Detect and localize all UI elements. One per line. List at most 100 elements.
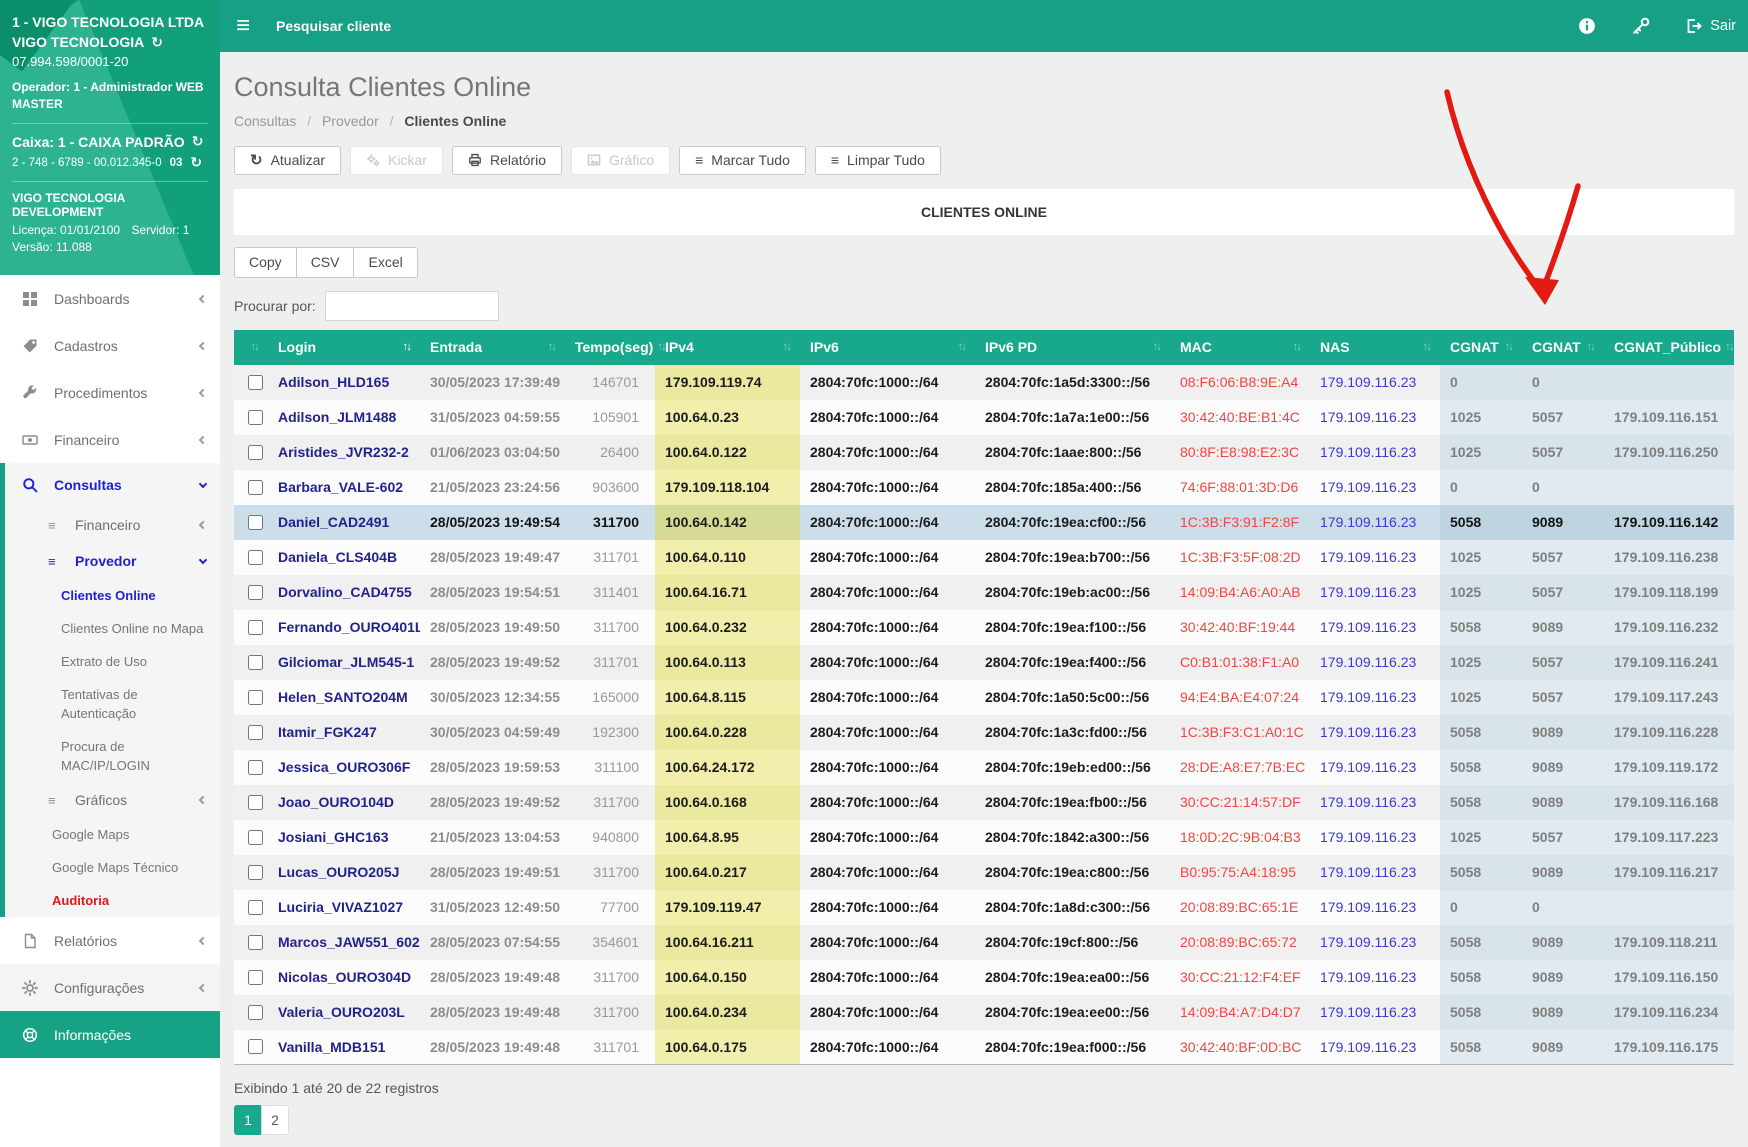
sidebar-item-graficos[interactable]: ≡ Gráficos — [5, 782, 220, 818]
column-header-cgnat-publico[interactable]: CGNAT_Público ↑↓ — [1604, 329, 1734, 365]
column-header-cgnat-1[interactable]: CGNAT ↑↓ — [1440, 329, 1522, 365]
nas-link-cell[interactable]: 179.109.116.23 — [1310, 959, 1440, 995]
sidebar-item-dashboards[interactable]: Dashboards — [0, 275, 220, 322]
nas-link-cell[interactable]: 179.109.116.23 — [1310, 924, 1440, 960]
search-input[interactable] — [324, 290, 499, 321]
breadcrumb-consultas[interactable]: Consultas — [234, 113, 296, 129]
login-cell[interactable]: Daniel_CAD2491 — [268, 504, 420, 540]
nas-link-cell[interactable]: 179.109.116.23 — [1310, 1029, 1440, 1065]
row-checkbox[interactable] — [248, 654, 263, 670]
limpar-tudo-button[interactable]: ≡ Limpar Tudo — [814, 145, 941, 175]
login-cell[interactable]: Daniela_CLS404B — [268, 539, 420, 575]
sidebar-item-extrato-de-uso[interactable]: Extrato de Uso — [5, 645, 220, 678]
row-checkbox[interactable] — [248, 899, 263, 915]
column-header-mac[interactable]: MAC ↑↓ — [1170, 329, 1310, 365]
sidebar-item-google-maps[interactable]: Google Maps — [5, 818, 220, 851]
login-cell[interactable]: Helen_SANTO204M — [268, 679, 420, 715]
hamburger-menu-icon[interactable]: ≡ — [236, 13, 250, 38]
nas-link-cell[interactable]: 179.109.116.23 — [1310, 469, 1440, 505]
row-checkbox[interactable] — [248, 584, 263, 600]
row-checkbox[interactable] — [248, 619, 263, 635]
breadcrumb-provedor[interactable]: Provedor — [322, 113, 379, 129]
login-cell[interactable]: Aristides_JVR232-2 — [268, 434, 420, 470]
relatorio-button[interactable]: Relatório — [451, 145, 562, 175]
column-header-tempo[interactable]: Tempo(seg) ↑↓ — [565, 329, 667, 365]
page-button-1[interactable]: 1 — [234, 1105, 262, 1135]
sidebar-item-tentativas-autenticacao[interactable]: Tentativas de Autenticação — [5, 678, 191, 730]
refresh-icon[interactable]: ↻ — [151, 32, 163, 52]
nas-link-cell[interactable]: 179.109.116.23 — [1310, 609, 1440, 645]
login-cell[interactable]: Valeria_OURO203L — [268, 994, 420, 1030]
nas-link-cell[interactable]: 179.109.116.23 — [1310, 504, 1440, 540]
refresh-icon[interactable]: ↻ — [190, 154, 202, 171]
nas-link-cell[interactable]: 179.109.116.23 — [1310, 749, 1440, 785]
key-icon[interactable] — [1632, 17, 1650, 35]
login-cell[interactable]: Marcos_JAW551_602 — [268, 924, 420, 960]
sidebar-item-clientes-online[interactable]: Clientes Online — [5, 579, 220, 612]
refresh-icon[interactable]: ↻ — [192, 133, 204, 150]
column-header-select[interactable]: ↑↓ — [234, 329, 268, 365]
info-icon[interactable] — [1578, 17, 1596, 35]
row-checkbox[interactable] — [248, 864, 263, 880]
page-button-2[interactable]: 2 — [261, 1105, 289, 1135]
login-cell[interactable]: Adilson_HLD165 — [268, 364, 420, 400]
row-checkbox[interactable] — [248, 724, 263, 740]
sidebar-item-provedor[interactable]: ≡ Provedor — [5, 543, 220, 579]
sidebar-item-procura-mac-ip-login[interactable]: Procura de MAC/IP/LOGIN — [5, 730, 175, 782]
sidebar-item-google-maps-tecnico[interactable]: Google Maps Técnico — [5, 851, 220, 884]
column-header-ipv6pd[interactable]: IPv6 PD ↑↓ — [975, 329, 1170, 365]
sidebar-item-cadastros[interactable]: Cadastros — [0, 322, 220, 369]
nas-link-cell[interactable]: 179.109.116.23 — [1310, 644, 1440, 680]
sidebar-item-clientes-online-no-mapa[interactable]: Clientes Online no Mapa — [5, 612, 220, 645]
nas-link-cell[interactable]: 179.109.116.23 — [1310, 574, 1440, 610]
login-cell[interactable]: Josiani_GHC163 — [268, 819, 420, 855]
sidebar-item-financeiro[interactable]: Financeiro — [0, 416, 220, 463]
nas-link-cell[interactable]: 179.109.116.23 — [1310, 399, 1440, 435]
login-cell[interactable]: Dorvalino_CAD4755 — [268, 574, 420, 610]
nas-link-cell[interactable]: 179.109.116.23 — [1310, 539, 1440, 575]
row-checkbox[interactable] — [248, 444, 263, 460]
row-checkbox[interactable] — [248, 934, 263, 950]
logout-button[interactable]: Sair — [1686, 18, 1736, 34]
column-header-entrada[interactable]: Entrada ↑↓ — [420, 329, 565, 365]
row-checkbox[interactable] — [248, 759, 263, 775]
sidebar-item-consultas[interactable]: Consultas — [5, 463, 220, 507]
login-cell[interactable]: Barbara_VALE-602 — [268, 469, 420, 505]
login-cell[interactable]: Lucas_OURO205J — [268, 854, 420, 890]
csv-button[interactable]: CSV — [295, 246, 355, 278]
login-cell[interactable]: Nicolas_OURO304D — [268, 959, 420, 995]
marcar-tudo-button[interactable]: ≡ Marcar Tudo — [679, 145, 806, 175]
nas-link-cell[interactable]: 179.109.116.23 — [1310, 364, 1440, 400]
login-cell[interactable]: Luciria_VIVAZ1027 — [268, 889, 420, 925]
nas-link-cell[interactable]: 179.109.116.23 — [1310, 994, 1440, 1030]
copy-button[interactable]: Copy — [234, 246, 297, 278]
sidebar-item-auditoria[interactable]: Auditoria — [5, 884, 220, 917]
row-checkbox[interactable] — [248, 1004, 263, 1020]
row-checkbox[interactable] — [248, 374, 263, 390]
login-cell[interactable]: Vanilla_MDB151 — [268, 1029, 420, 1065]
login-cell[interactable]: Jessica_OURO306F — [268, 749, 420, 785]
row-checkbox[interactable] — [248, 969, 263, 985]
column-header-cgnat-2[interactable]: CGNAT ↑↓ — [1522, 329, 1604, 365]
nas-link-cell[interactable]: 179.109.116.23 — [1310, 854, 1440, 890]
row-checkbox[interactable] — [248, 409, 263, 425]
column-header-nas[interactable]: NAS ↑↓ — [1310, 329, 1440, 365]
nas-link-cell[interactable]: 179.109.116.23 — [1310, 819, 1440, 855]
row-checkbox[interactable] — [248, 794, 263, 810]
login-cell[interactable]: Itamir_FGK247 — [268, 714, 420, 750]
sidebar-item-informacoes[interactable]: Informações — [0, 1011, 220, 1058]
login-cell[interactable]: Joao_OURO104D — [268, 784, 420, 820]
login-cell[interactable]: Adilson_JLM1488 — [268, 399, 420, 435]
nas-link-cell[interactable]: 179.109.116.23 — [1310, 714, 1440, 750]
pesquisar-cliente-menu[interactable]: Pesquisar cliente — [276, 18, 391, 34]
grafico-button[interactable]: Gráfico — [570, 145, 671, 175]
sidebar-item-relatorios[interactable]: Relatórios — [0, 917, 220, 964]
login-cell[interactable]: Gilciomar_JLM545-1 — [268, 644, 420, 680]
excel-button[interactable]: Excel — [353, 246, 418, 278]
sidebar-item-configuracoes[interactable]: Configurações — [0, 964, 220, 1011]
row-checkbox[interactable] — [248, 549, 263, 565]
login-cell[interactable]: Fernando_OURO401L — [268, 609, 420, 645]
sidebar-item-procedimentos[interactable]: Procedimentos — [0, 369, 220, 416]
column-header-ipv6[interactable]: IPv6 ↑↓ — [800, 329, 975, 365]
row-checkbox[interactable] — [248, 829, 263, 845]
